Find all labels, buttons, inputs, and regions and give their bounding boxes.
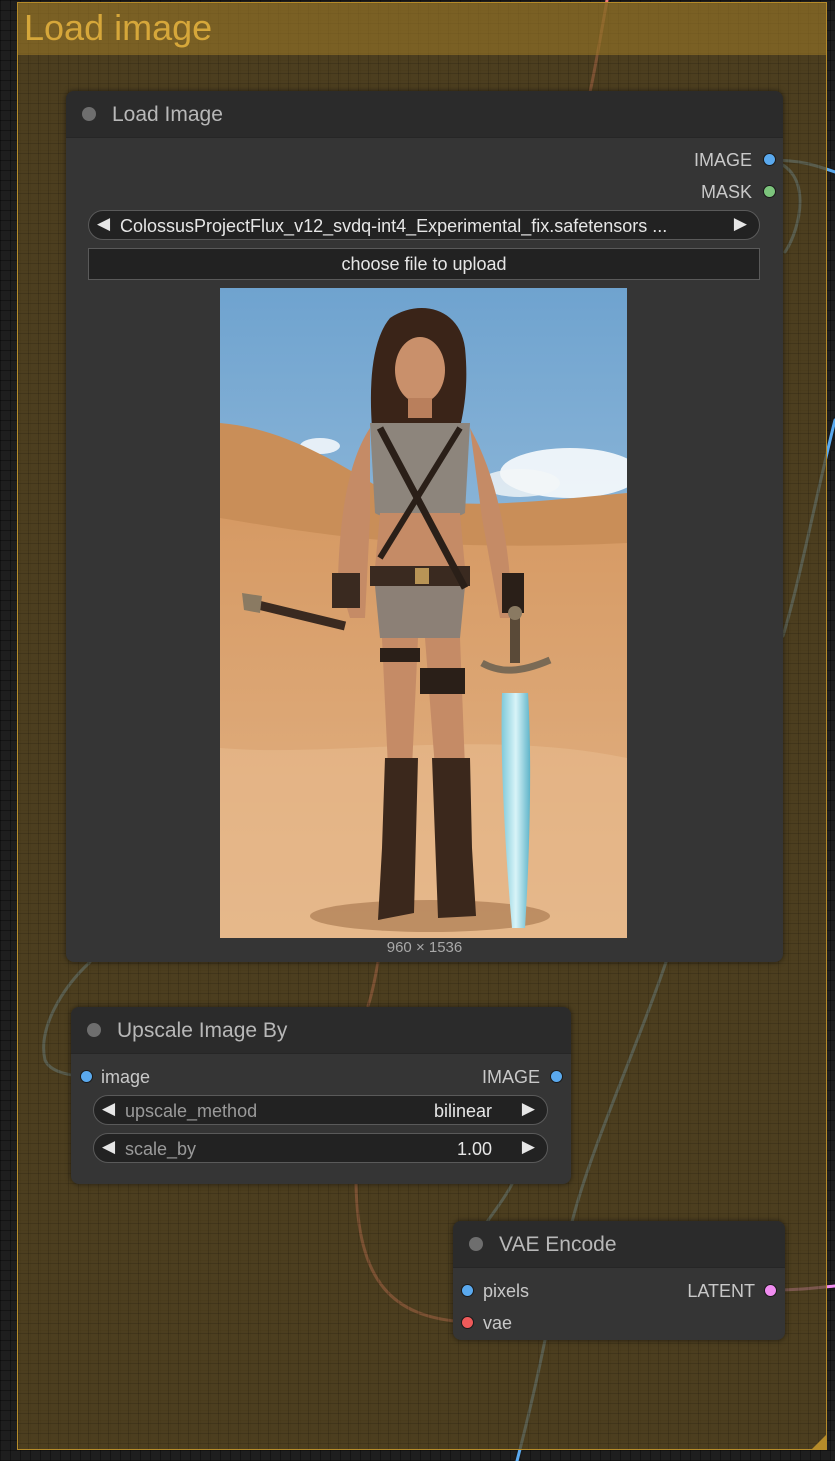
collapse-dot[interactable] bbox=[82, 107, 96, 121]
output-slot-image[interactable] bbox=[550, 1070, 563, 1083]
input-slot-vae[interactable] bbox=[461, 1316, 474, 1329]
output-label-image: IMAGE bbox=[481, 1067, 540, 1087]
node-title: Load Image bbox=[112, 103, 223, 126]
output-slot-mask[interactable] bbox=[763, 185, 776, 198]
output-slot-latent[interactable] bbox=[764, 1284, 777, 1297]
output-label-image: IMAGE bbox=[693, 150, 752, 170]
preview-dimensions: 960 × 1536 bbox=[386, 939, 463, 956]
preview-picture bbox=[220, 288, 627, 938]
collapse-dot[interactable] bbox=[469, 1237, 483, 1251]
input-label-image: image bbox=[101, 1067, 151, 1087]
group-title[interactable]: Load image bbox=[18, 3, 826, 55]
combo-next-icon[interactable]: ▶ bbox=[734, 214, 747, 234]
vae-encode-node[interactable]: VAE Encode pixels vae LATENT bbox=[453, 1221, 785, 1340]
image-file-combo[interactable]: ◀ ColossusProjectFlux_v12_svdq-int4_Expe… bbox=[88, 210, 760, 240]
input-label-pixels: pixels bbox=[483, 1281, 530, 1301]
load-image-node[interactable]: Load Image IMAGE MASK ◀ ColossusProjectF… bbox=[66, 91, 783, 962]
widget-name: scale_by bbox=[125, 1139, 197, 1159]
combo-prev-icon[interactable]: ◀ bbox=[97, 214, 110, 234]
output-label-mask: MASK bbox=[700, 182, 752, 202]
scale-by-number[interactable]: ◀ scale_by 1.00 ▶ bbox=[93, 1133, 548, 1163]
widget-value: 1.00 bbox=[456, 1139, 492, 1159]
node-header[interactable]: Upscale Image By bbox=[71, 1007, 571, 1054]
node-header[interactable]: VAE Encode bbox=[453, 1221, 785, 1268]
input-slot-image[interactable] bbox=[80, 1070, 93, 1083]
node-header[interactable]: Load Image bbox=[66, 91, 783, 138]
upload-button[interactable]: choose file to upload bbox=[88, 248, 760, 280]
widget-name: upscale_method bbox=[125, 1101, 258, 1121]
upscale-image-node[interactable]: Upscale Image By image IMAGE ◀ upscale_m… bbox=[71, 1007, 571, 1184]
upscale-method-combo[interactable]: ◀ upscale_method bilinear ▶ bbox=[93, 1095, 548, 1125]
input-slot-pixels[interactable] bbox=[461, 1284, 474, 1297]
node-title: Upscale Image By bbox=[117, 1019, 288, 1042]
output-label-latent: LATENT bbox=[687, 1281, 755, 1301]
collapse-dot[interactable] bbox=[87, 1023, 101, 1037]
node-title: VAE Encode bbox=[499, 1233, 617, 1256]
group-resize-handle[interactable] bbox=[812, 1435, 826, 1449]
widget-value: bilinear bbox=[433, 1101, 492, 1121]
output-slot-image[interactable] bbox=[763, 153, 776, 166]
combo-next-icon[interactable]: ▶ bbox=[522, 1099, 535, 1119]
image-preview bbox=[220, 288, 627, 938]
image-file-value: ColossusProjectFlux_v12_svdq-int4_Experi… bbox=[120, 216, 668, 236]
increment-icon[interactable]: ▶ bbox=[522, 1137, 535, 1157]
decrement-icon[interactable]: ◀ bbox=[102, 1137, 115, 1157]
combo-prev-icon[interactable]: ◀ bbox=[102, 1099, 115, 1119]
input-label-vae: vae bbox=[483, 1313, 513, 1333]
